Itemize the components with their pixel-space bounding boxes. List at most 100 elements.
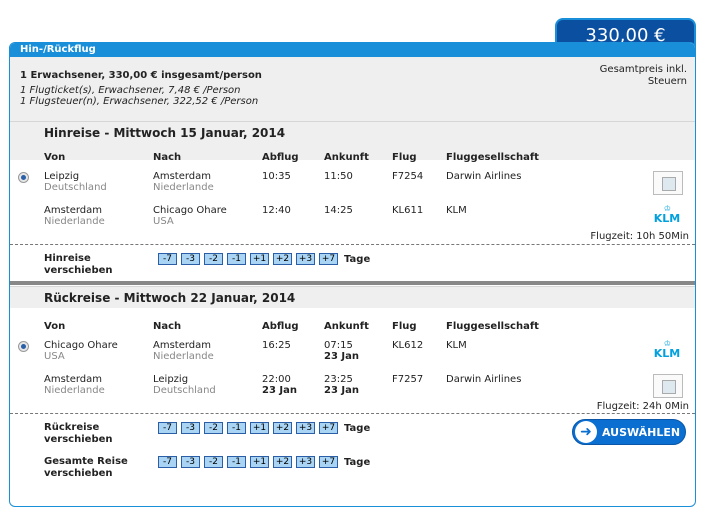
leg-from-city: Leipzig [44, 171, 80, 182]
total-shift-buttons: -7 -3 -2 -1 +1 +2 +3 +7 Tage [158, 456, 370, 468]
shift-minus-1-button[interactable]: -1 [227, 253, 246, 265]
shift-plus-2-button[interactable]: +2 [273, 422, 292, 434]
shift-minus-1-button[interactable]: -1 [227, 422, 246, 434]
airline-logo-placeholder-icon [653, 171, 683, 195]
leg-departure: 10:35 [262, 171, 291, 182]
leg-airline: KLM [446, 340, 467, 351]
leg-arrival: 11:50 [324, 171, 353, 182]
shift-minus-2-button[interactable]: -2 [204, 422, 223, 434]
select-button[interactable]: ➜ AUSWÄHLEN [572, 419, 686, 445]
outbound-radio[interactable] [18, 172, 29, 183]
shift-minus-7-button[interactable]: -7 [158, 253, 177, 265]
col-to: Nach [153, 321, 182, 332]
outbound-shift-buttons: -7 -3 -2 -1 +1 +2 +3 +7 Tage [158, 253, 370, 265]
col-arrival: Ankunft [324, 321, 369, 332]
shift-plus-7-button[interactable]: +7 [319, 456, 338, 468]
col-arrival: Ankunft [324, 152, 369, 163]
shift-plus-3-button[interactable]: +3 [296, 456, 315, 468]
leg-to-country: Niederlande [153, 182, 214, 193]
leg-from-city: Amsterdam [44, 205, 103, 216]
leg-from-country: Niederlande [44, 216, 105, 227]
col-airline: Fluggesellschaft [446, 152, 539, 163]
leg-departure: 22:00 [262, 374, 291, 385]
segment-divider [10, 281, 695, 285]
shift-unit: Tage [344, 422, 371, 434]
leg-to-country: USA [153, 216, 174, 227]
leg-departure-date: 23 Jan [262, 385, 297, 396]
shift-plus-3-button[interactable]: +3 [296, 253, 315, 265]
arrow-right-icon: ➜ [575, 421, 597, 443]
shift-minus-2-button[interactable]: -2 [204, 253, 223, 265]
leg-to-country: Niederlande [153, 351, 214, 362]
outbound-duration: Flugzeit: 10h 50Min [590, 231, 689, 242]
leg-airline: Darwin Airlines [446, 171, 522, 182]
leg-arrival: 14:25 [324, 205, 353, 216]
inbound-radio[interactable] [18, 341, 29, 352]
leg-to-city: Chicago Ohare [153, 205, 227, 216]
leg-flight-number: KL612 [392, 340, 424, 351]
price-summary: 1 Erwachsener, 330,00 € insgesamt/person… [10, 57, 695, 160]
leg-arrival: 23:25 [324, 374, 353, 385]
leg-to-country: Deutschland [153, 385, 216, 396]
col-departure: Abflug [262, 321, 299, 332]
summary-line-ticket: 1 Flugticket(s), Erwachsener, 7,48 € /Pe… [20, 85, 241, 96]
inbound-title: Rückreise - Mittwoch 22 Januar, 2014 [10, 286, 695, 308]
shift-plus-2-button[interactable]: +2 [273, 456, 292, 468]
leg-from-country: Niederlande [44, 385, 105, 396]
summary-line-total: 1 Erwachsener, 330,00 € insgesamt/person [20, 70, 262, 81]
klm-logo-text: KLM [653, 212, 681, 225]
outbound-shift-label: Hinreise verschieben [44, 253, 113, 276]
leg-from-city: Amsterdam [44, 374, 103, 385]
shift-unit: Tage [344, 456, 371, 468]
col-airline: Fluggesellschaft [446, 321, 539, 332]
shift-minus-1-button[interactable]: -1 [227, 456, 246, 468]
leg-arrival-date: 23 Jan [324, 385, 359, 396]
inbound-duration: Flugzeit: 24h 0Min [596, 401, 689, 412]
shift-plus-1-button[interactable]: +1 [250, 422, 269, 434]
summary-line-tax: 1 Flugsteuer(n), Erwachsener, 322,52 € /… [20, 96, 259, 107]
leg-to-city: Leipzig [153, 374, 189, 385]
leg-flight-number: KL611 [392, 205, 424, 216]
shift-minus-7-button[interactable]: -7 [158, 456, 177, 468]
klm-logo-text: KLM [653, 347, 681, 360]
klm-logo-icon: ♔ KLM [650, 340, 684, 362]
col-from: Von [44, 321, 66, 332]
shift-minus-3-button[interactable]: -3 [181, 456, 200, 468]
leg-airline: KLM [446, 205, 467, 216]
leg-from-country: USA [44, 351, 65, 362]
inbound-shift-buttons: -7 -3 -2 -1 +1 +2 +3 +7 Tage [158, 422, 370, 434]
shift-plus-2-button[interactable]: +2 [273, 253, 292, 265]
airline-logo-placeholder-icon [653, 374, 683, 398]
divider [10, 413, 695, 414]
leg-from-country: Deutschland [44, 182, 107, 193]
leg-flight-number: F7254 [392, 171, 424, 182]
shift-plus-7-button[interactable]: +7 [319, 253, 338, 265]
col-departure: Abflug [262, 152, 299, 163]
shift-plus-7-button[interactable]: +7 [319, 422, 338, 434]
shift-minus-2-button[interactable]: -2 [204, 456, 223, 468]
shift-plus-1-button[interactable]: +1 [250, 253, 269, 265]
leg-departure: 12:40 [262, 205, 291, 216]
shift-plus-1-button[interactable]: +1 [250, 456, 269, 468]
leg-from-city: Chicago Ohare [44, 340, 118, 351]
total-price-label: Gesamtpreis inkl. Steuern [599, 64, 687, 87]
klm-logo-icon: ♔ KLM [650, 205, 684, 227]
shift-unit: Tage [344, 253, 371, 265]
shift-plus-3-button[interactable]: +3 [296, 422, 315, 434]
shift-minus-3-button[interactable]: -3 [181, 253, 200, 265]
shift-minus-3-button[interactable]: -3 [181, 422, 200, 434]
col-flight: Flug [392, 321, 417, 332]
col-flight: Flug [392, 152, 417, 163]
col-to: Nach [153, 152, 182, 163]
leg-to-city: Amsterdam [153, 171, 212, 182]
leg-arrival: 07:15 [324, 340, 353, 351]
total-shift-label: Gesamte Reise verschieben [44, 456, 128, 479]
shift-minus-7-button[interactable]: -7 [158, 422, 177, 434]
leg-airline: Darwin Airlines [446, 374, 522, 385]
leg-departure: 16:25 [262, 340, 291, 351]
col-from: Von [44, 152, 66, 163]
select-button-label: AUSWÄHLEN [602, 425, 681, 439]
leg-flight-number: F7257 [392, 374, 424, 385]
leg-to-city: Amsterdam [153, 340, 212, 351]
divider [10, 244, 695, 245]
